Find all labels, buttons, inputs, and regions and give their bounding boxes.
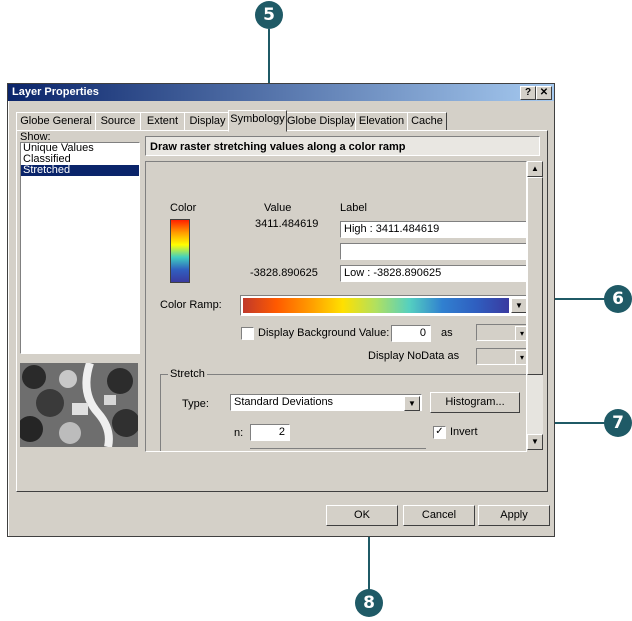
invert-label: Invert	[450, 426, 478, 438]
show-list[interactable]: Unique Values Classified Stretched	[20, 142, 140, 354]
color-ramp-label: Color Ramp:	[160, 299, 222, 311]
low-value: -3828.890625	[250, 267, 318, 279]
tab-extent[interactable]: Extent	[140, 112, 185, 131]
cancel-button[interactable]: Cancel	[403, 505, 475, 526]
color-swatch[interactable]	[170, 219, 190, 283]
layer-properties-dialog: Layer Properties ? ✕ Globe General Sourc…	[7, 83, 555, 537]
bg-color-dropdown-arrow[interactable]: ▾	[515, 326, 526, 340]
callout-6: 6	[604, 285, 632, 313]
tab-symbology[interactable]: Symbology	[228, 110, 287, 132]
stretch-settings-area: Color Value Label 3411.484619 High : 341…	[145, 161, 527, 452]
n-field[interactable]: 2	[250, 424, 290, 441]
callout-7: 7	[604, 409, 632, 437]
cutoff-bar	[250, 448, 426, 451]
mid-label-field[interactable]	[340, 243, 526, 260]
tab-globe-display[interactable]: Globe Display	[286, 112, 356, 131]
stretch-group-box	[160, 374, 526, 451]
help-button[interactable]: ?	[520, 86, 536, 100]
histogram-button[interactable]: Histogram...	[430, 392, 520, 413]
low-label-field[interactable]: Low : -3828.890625	[340, 265, 526, 282]
color-ramp-dropdown[interactable]: ▼	[240, 295, 526, 316]
bg-value-label: Display Background Value:	[258, 327, 390, 339]
n-label: n:	[234, 427, 244, 439]
scroll-thumb[interactable]	[527, 177, 543, 375]
bg-value-checkbox[interactable]	[241, 327, 254, 340]
ok-button[interactable]: OK	[326, 505, 398, 526]
title-bar: Layer Properties ? ✕	[8, 84, 554, 101]
color-column-header: Color	[170, 202, 197, 214]
high-label-field[interactable]: High : 3411.484619	[340, 221, 526, 238]
label-column-header: Label	[340, 202, 367, 214]
color-ramp-gradient	[243, 298, 509, 313]
value-column-header: Value	[264, 202, 292, 214]
callout-5: 5	[255, 1, 283, 29]
callout-8: 8	[355, 589, 383, 617]
scroll-up-arrow[interactable]: ▲	[527, 161, 543, 177]
high-value: 3411.484619	[255, 218, 319, 230]
tab-globe-general[interactable]: Globe General	[16, 112, 96, 131]
scroll-down-arrow[interactable]: ▼	[527, 434, 543, 450]
tab-source[interactable]: Source	[95, 112, 141, 131]
nodata-label: Display NoData as	[368, 350, 460, 362]
type-label: Type:	[182, 398, 209, 410]
color-ramp-dropdown-arrow[interactable]: ▼	[511, 298, 526, 313]
stretch-type-dropdown-arrow[interactable]: ▼	[404, 396, 420, 411]
window-title: Layer Properties	[12, 86, 99, 98]
tab-display[interactable]: Display	[184, 112, 231, 131]
bg-value-field[interactable]: 0	[391, 325, 431, 342]
as-label: as	[441, 327, 453, 339]
panel-header: Draw raster stretching values along a co…	[145, 136, 540, 156]
nodata-color-dropdown[interactable]: ▾	[476, 348, 526, 365]
raster-thumbnail-image	[20, 363, 138, 447]
apply-button[interactable]: Apply	[478, 505, 550, 526]
callout-8-line	[368, 528, 370, 590]
close-button[interactable]: ✕	[536, 86, 552, 100]
stretch-group-label: Stretch	[168, 368, 207, 380]
tab-cache[interactable]: Cache	[407, 112, 447, 131]
bg-color-dropdown[interactable]: ▾	[476, 324, 526, 341]
nodata-color-dropdown-arrow[interactable]: ▾	[515, 350, 526, 364]
panel-scrollbar[interactable]: ▲ ▼	[527, 161, 543, 450]
tab-elevation[interactable]: Elevation	[355, 112, 408, 131]
stretch-type-dropdown[interactable]: Standard Deviations	[230, 394, 422, 411]
invert-checkbox[interactable]: ✓	[433, 426, 446, 439]
list-item-stretched[interactable]: Stretched	[21, 165, 139, 176]
